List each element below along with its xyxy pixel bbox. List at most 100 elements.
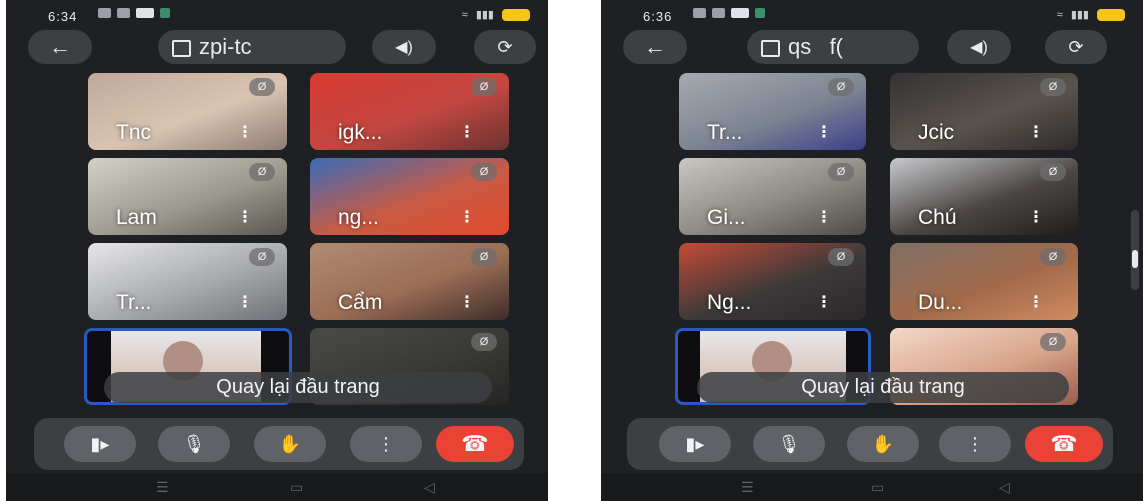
participant-name: Chú: [918, 206, 957, 229]
system-icons: ≈ ▮▮▮: [462, 8, 530, 21]
participant-tile[interactable]: Ø Jcic ⋮: [890, 73, 1078, 150]
back-button[interactable]: ←: [28, 30, 92, 64]
mic-off-icon: Ø: [471, 333, 497, 351]
participant-tile[interactable]: Ø Ng... ⋮: [679, 243, 866, 320]
participant-tile[interactable]: Ø Tr... ⋮: [88, 243, 287, 320]
more-vert-icon[interactable]: ⋮: [459, 207, 475, 227]
status-time: 6:34: [48, 9, 78, 24]
participant-tile[interactable]: Ø Tr... ⋮: [679, 73, 866, 150]
more-vert-icon[interactable]: ⋮: [1028, 207, 1044, 227]
zalo-icon: [731, 8, 749, 18]
screen-record-icon: [693, 8, 706, 18]
meeting-code-pill[interactable]: zpi-tc: [158, 30, 346, 64]
participant-tile[interactable]: Ø Lam ⋮: [88, 158, 287, 235]
more-vert-icon: ⋮: [377, 433, 395, 454]
camera-button[interactable]: ▮▸: [64, 426, 136, 462]
recents-icon[interactable]: ☰: [156, 479, 169, 496]
arrow-left-icon: ←: [49, 34, 71, 59]
phone-screen-left: 6:34 ≈ ▮▮▮ ← zpi-tc ◀) ⟳ Ø Tnc ⋮ Ø igk..…: [6, 0, 548, 501]
mic-off-icon: Ø: [1040, 163, 1066, 181]
more-options-button[interactable]: ⋮: [350, 426, 422, 462]
mic-off-icon: Ø: [1040, 78, 1066, 96]
back-to-top-button[interactable]: Quay lại đầu trang: [104, 372, 492, 403]
call-controls: ▮▸ 🎙 ✋ ⋮ ☎: [34, 418, 524, 470]
raise-hand-button[interactable]: ✋: [847, 426, 919, 462]
switch-camera-button[interactable]: ⟳: [1045, 30, 1107, 64]
status-bar: 6:36 ≈ ▮▮▮: [601, 0, 1143, 32]
back-nav-icon[interactable]: ◁: [999, 479, 1010, 496]
more-vert-icon: ⋮: [966, 433, 984, 454]
video-camera-icon: ▮▸: [90, 433, 110, 454]
meeting-code: zpi-tc: [199, 34, 252, 59]
participant-name: igk...: [338, 121, 383, 144]
home-icon[interactable]: ▭: [290, 479, 303, 496]
arrow-left-icon: ←: [644, 34, 666, 59]
more-vert-icon[interactable]: ⋮: [816, 207, 832, 227]
speaker-icon: ◀): [970, 39, 988, 56]
home-icon[interactable]: ▭: [871, 479, 884, 496]
mic-off-icon: Ø: [1040, 333, 1066, 351]
more-vert-icon[interactable]: ⋮: [237, 207, 253, 227]
participant-tile[interactable]: Ø Chú ⋮: [890, 158, 1078, 235]
switch-camera-icon: ⟳: [1068, 36, 1084, 57]
participant-name: Du...: [918, 291, 963, 314]
participant-tile[interactable]: Ø Cẩm ⋮: [310, 243, 509, 320]
more-vert-icon[interactable]: ⋮: [816, 292, 832, 312]
more-vert-icon[interactable]: ⋮: [1028, 292, 1044, 312]
raise-hand-button[interactable]: ✋: [254, 426, 326, 462]
more-vert-icon[interactable]: ⋮: [237, 122, 253, 142]
participant-tile[interactable]: Ø igk... ⋮: [310, 73, 509, 150]
microphone-button[interactable]: 🎙: [158, 426, 230, 462]
camera-button[interactable]: ▮▸: [659, 426, 731, 462]
more-vert-icon[interactable]: ⋮: [459, 292, 475, 312]
participant-tile[interactable]: Ø Tnc ⋮: [88, 73, 287, 150]
signal-icon: ▮▮▮: [475, 9, 494, 21]
video-camera-icon: ▮▸: [685, 433, 705, 454]
microphone-button[interactable]: 🎙: [753, 426, 825, 462]
back-nav-icon[interactable]: ◁: [424, 479, 435, 496]
phone-screen-right: 6:36 ≈ ▮▮▮ ← qs f( ◀) ⟳ Ø Tr... ⋮ Ø Jcic…: [601, 0, 1143, 501]
mic-off-icon: Ø: [828, 248, 854, 266]
mic-off-icon: Ø: [471, 163, 497, 181]
battery-icon: [1097, 8, 1125, 21]
more-vert-icon[interactable]: ⋮: [459, 122, 475, 142]
participant-tile[interactable]: Ø Gi... ⋮: [679, 158, 866, 235]
participant-name: Tnc: [116, 121, 152, 144]
participant-tile[interactable]: Ø ng... ⋮: [310, 158, 509, 235]
back-button[interactable]: ←: [623, 30, 687, 64]
gamepad-icon: [117, 8, 130, 18]
mic-off-icon: Ø: [249, 78, 275, 96]
more-vert-icon[interactable]: ⋮: [816, 122, 832, 142]
scrollbar[interactable]: [1131, 210, 1139, 290]
participant-tile[interactable]: Ø Du... ⋮: [890, 243, 1078, 320]
app-notification-icon: [160, 8, 170, 18]
meeting-code-pill[interactable]: qs f(: [747, 30, 919, 64]
more-vert-icon[interactable]: ⋮: [1028, 122, 1044, 142]
status-bar: 6:34 ≈ ▮▮▮: [6, 0, 548, 32]
hang-up-button[interactable]: ☎: [1025, 426, 1103, 462]
switch-camera-button[interactable]: ⟳: [474, 30, 536, 64]
recents-icon[interactable]: ☰: [741, 479, 754, 496]
microphone-icon: 🎙: [182, 433, 206, 454]
raise-hand-icon: ✋: [278, 433, 302, 454]
phone-hangup-icon: ☎: [461, 431, 489, 456]
speaker-button[interactable]: ◀): [372, 30, 436, 64]
hang-up-button[interactable]: ☎: [436, 426, 514, 462]
notification-icons: [98, 8, 170, 18]
raise-hand-icon: ✋: [871, 433, 895, 454]
scrollbar-thumb[interactable]: [1132, 250, 1138, 268]
zalo-icon: [136, 8, 154, 18]
speaker-button[interactable]: ◀): [947, 30, 1011, 64]
system-icons: ≈ ▮▮▮: [1057, 8, 1125, 21]
participant-name: Jcic: [918, 121, 955, 144]
participant-name: Ng...: [707, 291, 752, 314]
more-vert-icon[interactable]: ⋮: [237, 292, 253, 312]
mic-off-icon: Ø: [828, 78, 854, 96]
participant-name: Tr...: [116, 291, 152, 314]
microphone-icon: 🎙: [777, 433, 801, 454]
call-controls: ▮▸ 🎙 ✋ ⋮ ☎: [627, 418, 1113, 470]
more-options-button[interactable]: ⋮: [939, 426, 1011, 462]
back-to-top-button[interactable]: Quay lại đầu trang: [697, 372, 1069, 403]
participant-name: Gi...: [707, 206, 746, 229]
mic-off-icon: Ø: [828, 163, 854, 181]
